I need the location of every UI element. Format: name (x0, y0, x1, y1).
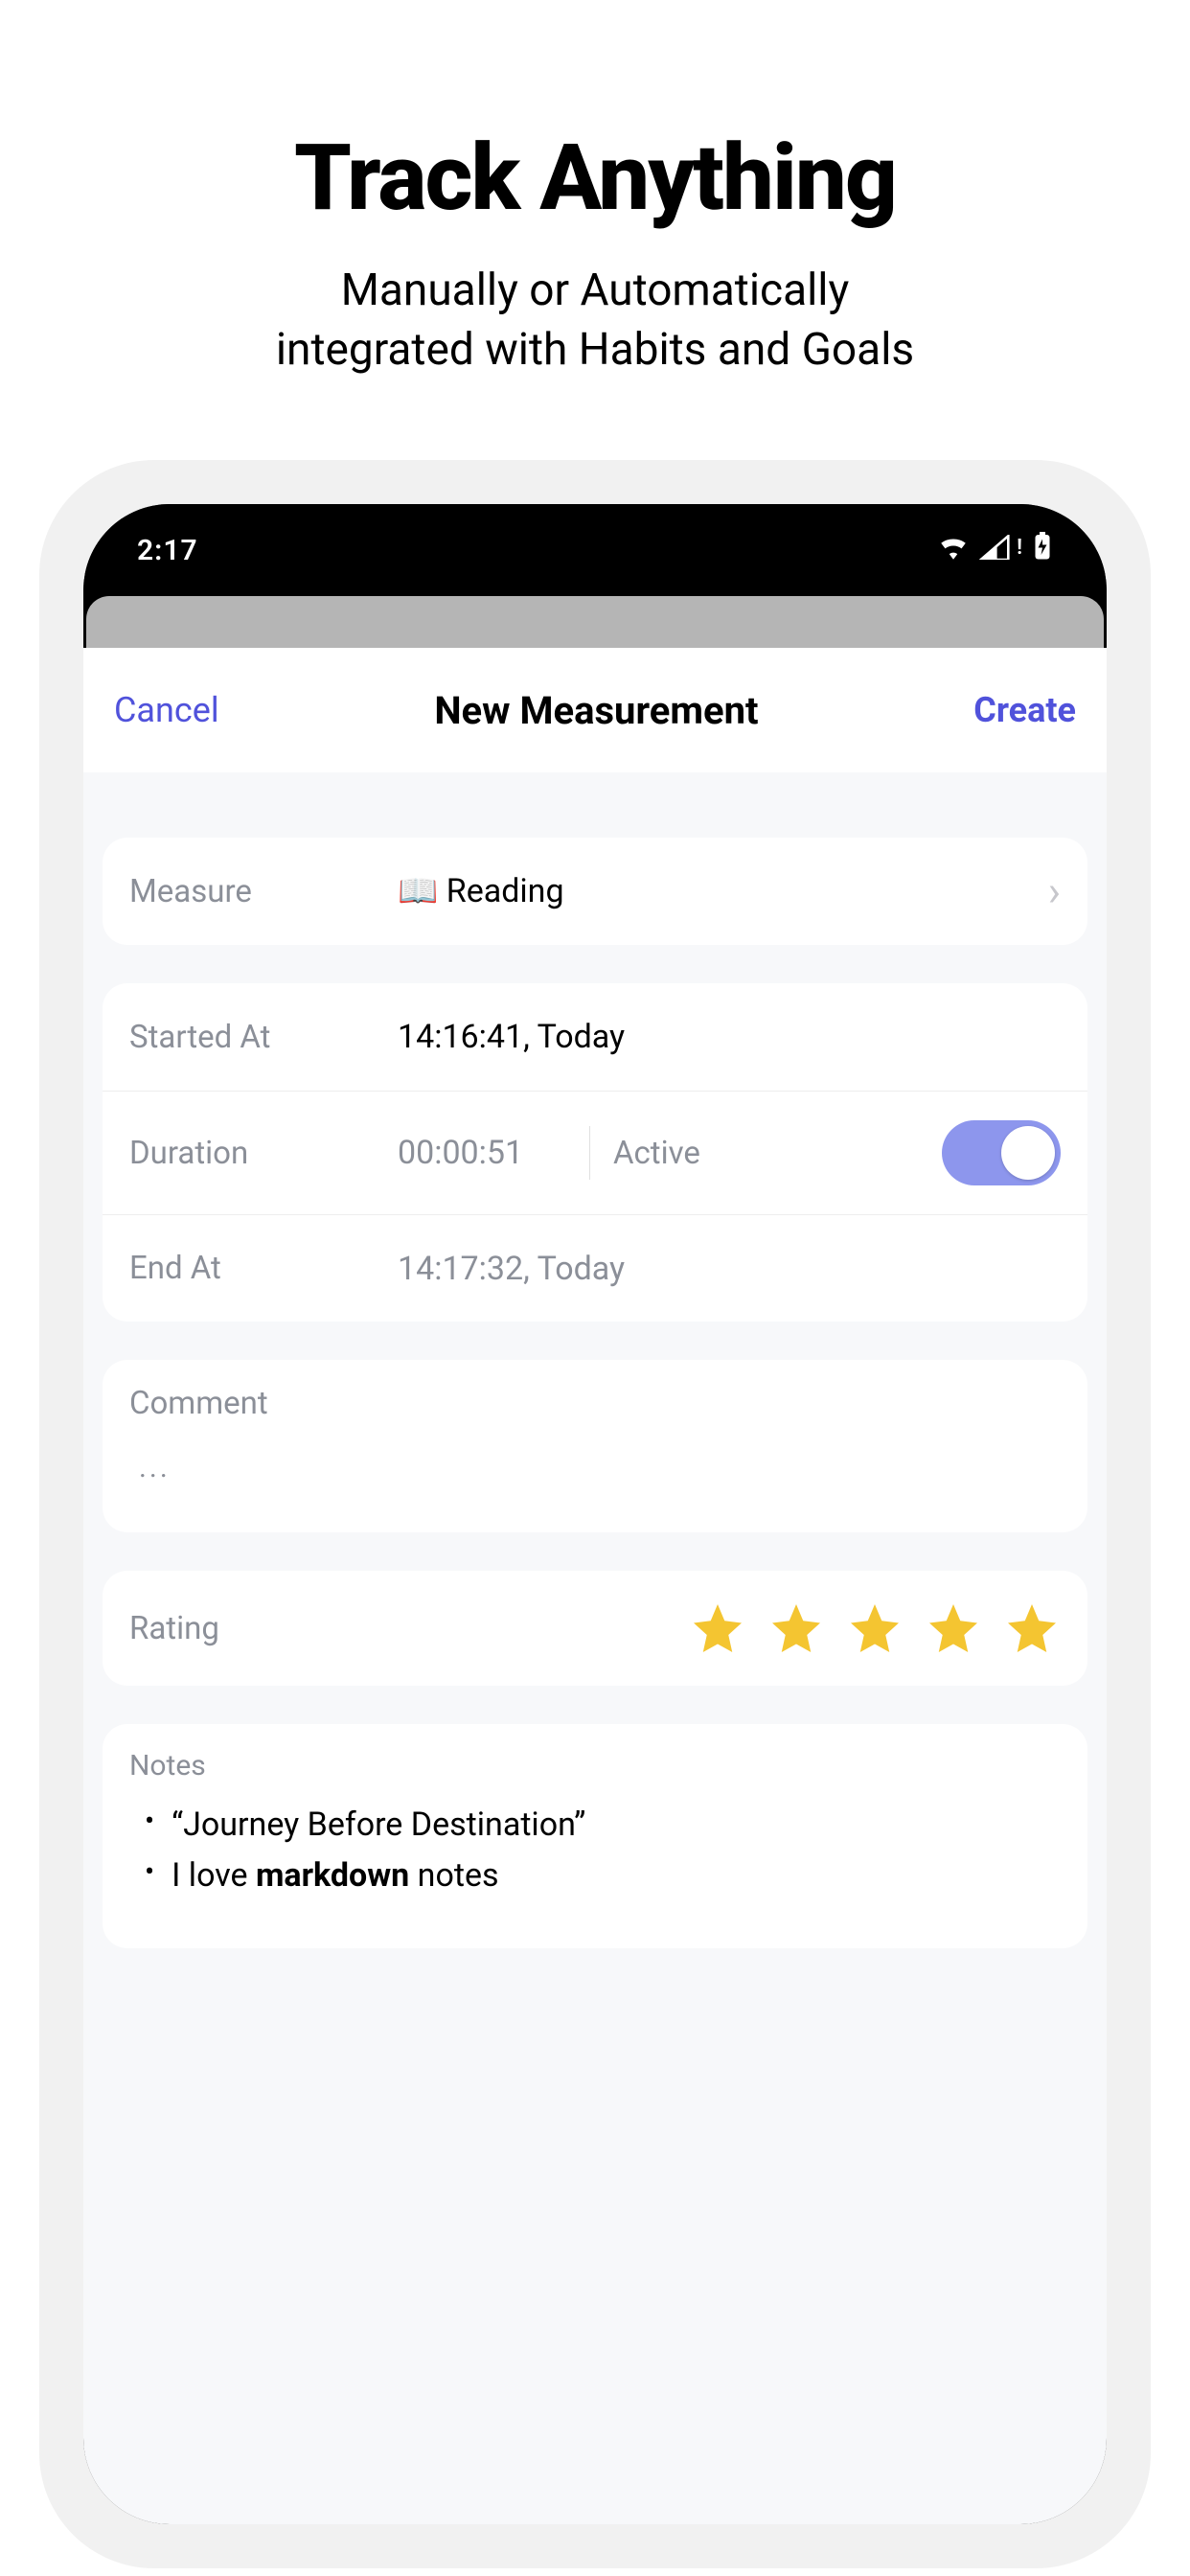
marketing-subtitle: Manually or Automatically integrated wit… (0, 261, 1190, 380)
star-4[interactable] (925, 1599, 982, 1657)
notes-label: Notes (129, 1749, 1061, 1782)
notes-card[interactable]: Notes “Journey Before Destination” I lov… (103, 1724, 1087, 1948)
rating-stars (689, 1599, 1061, 1657)
rating-card: Rating (103, 1571, 1087, 1686)
rating-label: Rating (129, 1610, 219, 1647)
comment-placeholder: ... (139, 1451, 1061, 1484)
active-toggle[interactable] (942, 1120, 1061, 1185)
modal-header: Cancel New Measurement Create (83, 648, 1107, 772)
star-3[interactable] (846, 1599, 904, 1657)
create-button[interactable]: Create (973, 690, 1076, 730)
status-bar: 2:17 ! (83, 504, 1107, 596)
phone-screen: 2:17 ! Cancel New Measurement Create (83, 504, 1107, 2524)
timing-card: Started At 14:16:41, Today Duration 00:0… (103, 983, 1087, 1322)
notes-list: “Journey Before Destination” I love mark… (129, 1800, 1061, 1900)
marketing-title: Track Anything (0, 125, 1190, 232)
measure-value: 📖 Reading (398, 872, 1048, 910)
sheet-grabber-area (86, 596, 1104, 648)
started-at-row[interactable]: Started At 14:16:41, Today (103, 983, 1087, 1091)
end-at-label: End At (129, 1250, 398, 1287)
comment-card[interactable]: Comment ... (103, 1360, 1087, 1532)
status-time: 2:17 (137, 534, 198, 567)
marketing-header: Track Anything Manually or Automatically… (0, 0, 1190, 380)
star-5[interactable] (1003, 1599, 1061, 1657)
battery-icon (1032, 532, 1053, 568)
wifi-icon (937, 534, 970, 567)
started-at-label: Started At (129, 1019, 398, 1056)
note-item: “Journey Before Destination” (145, 1800, 1061, 1851)
note-item: I love markdown notes (145, 1851, 1061, 1901)
comment-label: Comment (129, 1385, 1061, 1422)
star-2[interactable] (767, 1599, 825, 1657)
measure-row[interactable]: Measure 📖 Reading › (103, 838, 1087, 945)
measure-label: Measure (129, 873, 398, 910)
started-at-value: 14:16:41, Today (398, 1018, 1061, 1056)
active-label: Active (613, 1135, 700, 1172)
star-1[interactable] (689, 1599, 746, 1657)
chevron-right-icon: › (1048, 866, 1061, 916)
duration-value: 00:00:51 (398, 1134, 589, 1172)
modal-title: New Measurement (434, 688, 758, 733)
divider (589, 1126, 590, 1180)
toggle-knob (1001, 1126, 1055, 1180)
end-at-value: 14:17:32, Today (398, 1250, 1061, 1288)
cancel-button[interactable]: Cancel (114, 690, 219, 730)
sheet-body: Measure 📖 Reading › Started At 14:16:41,… (83, 772, 1107, 2524)
phone-frame: 2:17 ! Cancel New Measurement Create (39, 460, 1151, 2568)
signal-icon: ! (979, 534, 1022, 567)
duration-label: Duration (129, 1135, 398, 1172)
end-at-row[interactable]: End At 14:17:32, Today (103, 1214, 1087, 1322)
measure-card: Measure 📖 Reading › (103, 838, 1087, 945)
duration-row[interactable]: Duration 00:00:51 Active (103, 1091, 1087, 1214)
